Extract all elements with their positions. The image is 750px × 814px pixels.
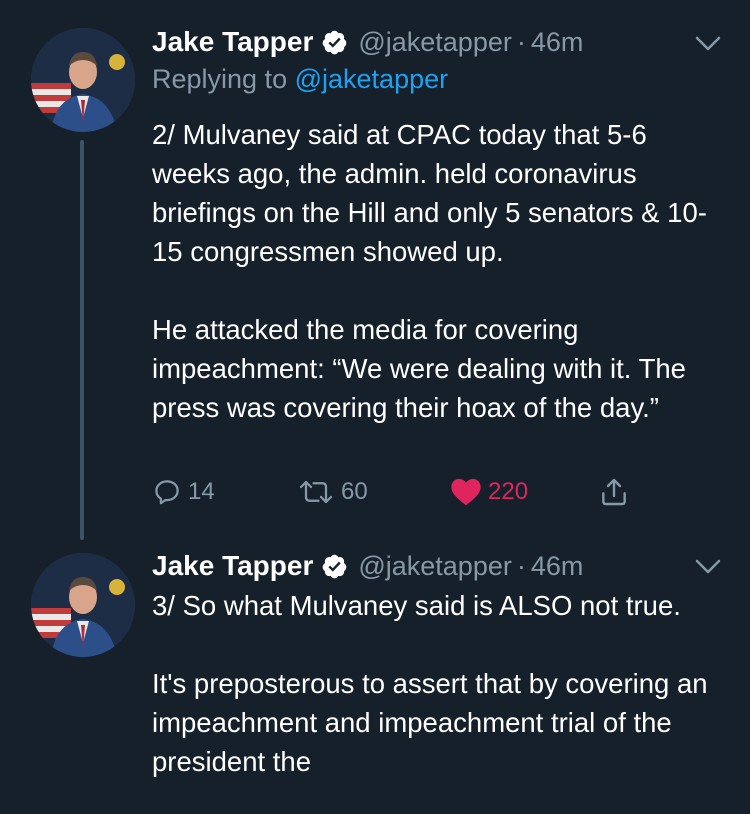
share-icon — [598, 476, 630, 508]
tweet-header: Jake Tapper @jaketapper · 46m — [152, 22, 583, 62]
verified-badge-icon — [321, 553, 348, 580]
author-handle[interactable]: @jaketapper — [358, 551, 512, 582]
tweet-text: 2/ Mulvaney said at CPAC today that 5-6 … — [152, 115, 727, 427]
chevron-down-icon[interactable] — [694, 557, 722, 577]
avatar[interactable] — [31, 28, 135, 132]
retweet-icon — [297, 477, 335, 507]
tweet-timestamp[interactable]: 46m — [531, 551, 584, 582]
avatar[interactable] — [31, 553, 135, 657]
replying-to: Replying to @jaketapper — [152, 64, 448, 95]
header-separator: · — [516, 550, 526, 581]
avatar-photo — [31, 28, 135, 132]
avatar-photo — [31, 553, 135, 657]
chevron-down-icon[interactable] — [694, 34, 722, 54]
retweet-count: 60 — [341, 478, 368, 505]
author-name[interactable]: Jake Tapper — [152, 550, 313, 582]
author-name[interactable]: Jake Tapper — [152, 26, 313, 58]
like-count: 220 — [488, 478, 529, 505]
author-handle[interactable]: @jaketapper — [358, 27, 512, 58]
heart-icon — [450, 477, 482, 507]
tweet-paragraph: It's preposterous to assert that by cove… — [152, 668, 716, 777]
tweet-actions: 14 60 220 — [152, 472, 652, 512]
like-button[interactable]: 220 — [450, 472, 528, 512]
tweet-text: 3/ So what Mulvaney said is ALSO not tru… — [152, 586, 727, 781]
verified-badge-icon — [321, 29, 348, 56]
retweet-button[interactable]: 60 — [297, 472, 368, 512]
replying-to-label: Replying to — [152, 64, 288, 94]
tweet-paragraph: He attacked the media for covering impea… — [152, 314, 694, 423]
thread-connector-line — [80, 140, 84, 540]
reply-icon — [152, 477, 182, 507]
tweet-paragraph: 3/ So what Mulvaney said is ALSO not tru… — [152, 590, 681, 621]
reply-button[interactable]: 14 — [152, 472, 215, 512]
reply-count: 14 — [188, 478, 215, 505]
tweet-paragraph: 2/ Mulvaney said at CPAC today that 5-6 … — [152, 119, 707, 267]
tweet-timestamp[interactable]: 46m — [531, 27, 584, 58]
share-button[interactable] — [598, 472, 630, 512]
replying-to-handle[interactable]: @jaketapper — [295, 64, 449, 94]
header-separator: · — [516, 26, 526, 57]
tweet-header: Jake Tapper @jaketapper · 46m — [152, 546, 583, 586]
